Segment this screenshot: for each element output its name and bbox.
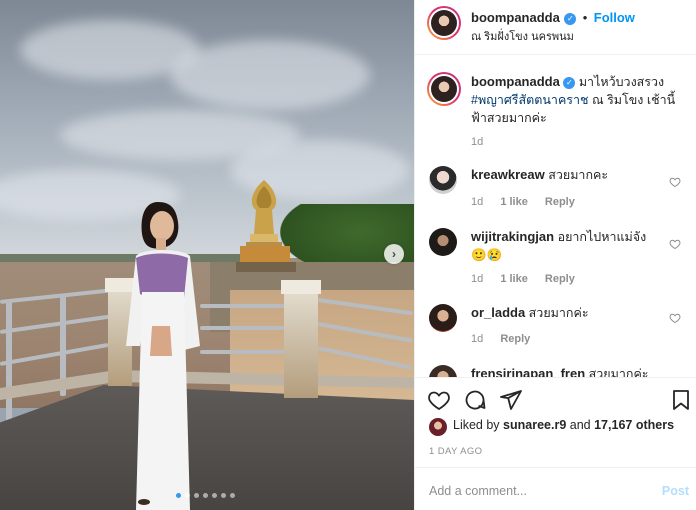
avatar — [431, 10, 457, 36]
comment-icon[interactable] — [463, 388, 487, 412]
comment-username[interactable]: wijitrakingjan — [471, 229, 554, 244]
carousel-dot — [221, 493, 226, 498]
verified-badge-icon: ✓ — [563, 77, 576, 89]
comment-item: frensirinapan_fren สวยมากค่ะคุณ — [415, 365, 696, 377]
comment-username[interactable]: kreawkreaw — [471, 167, 545, 182]
reply-button[interactable]: Reply — [545, 273, 575, 285]
comment-text: สวยมากคะ — [548, 168, 609, 182]
heart-icon[interactable] — [669, 312, 681, 324]
next-photo-button[interactable]: › — [384, 244, 404, 264]
avatar[interactable] — [429, 304, 457, 332]
caption-avatar-ring[interactable] — [427, 72, 461, 106]
carousel-dot — [203, 493, 208, 498]
author-avatar-ring[interactable] — [427, 6, 461, 40]
carousel-dot — [194, 493, 199, 498]
post-header: boompanadda ✓ • Follow ณ ริมฝั่งโขง นครพ… — [415, 0, 696, 55]
avatar[interactable] — [429, 166, 457, 194]
comment-username[interactable]: frensirinapan_fren — [471, 366, 585, 377]
liked-by-username[interactable]: sunaree.r9 — [503, 418, 566, 432]
comment-input[interactable]: Add a comment... — [429, 484, 527, 498]
add-comment-bar: Add a comment... Post — [415, 467, 696, 510]
share-icon[interactable] — [499, 388, 523, 412]
liked-and-label: and — [569, 418, 591, 432]
post-photo[interactable]: › — [0, 0, 414, 510]
woman-figure — [126, 202, 200, 510]
chevron-right-icon: › — [392, 247, 396, 261]
caption-username[interactable]: boompanadda — [471, 74, 560, 89]
comment-likes[interactable]: 1 like — [500, 273, 528, 285]
naga-statue — [246, 180, 282, 252]
comment-time: 1d — [471, 273, 484, 285]
avatar[interactable] — [429, 228, 457, 256]
liked-by-label: Liked by — [453, 418, 500, 432]
carousel-dots — [176, 493, 235, 498]
post-date: 1 DAY AGO — [429, 446, 483, 457]
comment-text: สวยมากค่ะ — [528, 306, 589, 320]
post-sidebar: boompanadda ✓ • Follow ณ ริมฝั่งโขง นครพ… — [414, 0, 696, 510]
heart-icon[interactable] — [669, 176, 681, 188]
comment-time: 1d — [471, 196, 484, 208]
caption-time: 1d — [471, 136, 484, 148]
heart-icon[interactable] — [427, 388, 451, 412]
comment-time: 1d — [471, 333, 484, 345]
carousel-dot — [185, 493, 190, 498]
post-comment-button[interactable]: Post — [662, 484, 689, 498]
carousel-dot — [230, 493, 235, 498]
caption-lead: มาไหว้บวงสรวง — [578, 75, 665, 89]
avatar — [431, 76, 457, 102]
comment-likes[interactable]: 1 like — [500, 196, 528, 208]
location-link[interactable]: ณ ริมฝั่งโขง นครพนม — [471, 27, 574, 45]
bookmark-icon[interactable] — [669, 388, 693, 412]
carousel-dot — [176, 493, 181, 498]
reply-button[interactable]: Reply — [545, 196, 575, 208]
avatar[interactable] — [429, 418, 447, 436]
comment-username[interactable]: or_ladda — [471, 305, 525, 320]
caption-hashtag[interactable]: #พญาศรีสัตตนาคราช — [471, 93, 589, 107]
author-username[interactable]: boompanadda — [471, 10, 560, 25]
liked-by: Liked by sunaree.r9 and 17,167 others — [429, 418, 674, 436]
post-actions: Liked by sunaree.r9 and 17,167 others 1 … — [415, 377, 696, 467]
stone-pillar — [281, 280, 321, 398]
verified-badge-icon: ✓ — [564, 13, 577, 25]
carousel-dot — [212, 493, 217, 498]
avatar[interactable] — [429, 365, 457, 377]
heart-icon[interactable] — [669, 238, 681, 250]
follow-button[interactable]: Follow — [594, 10, 635, 25]
reply-button[interactable]: Reply — [500, 333, 530, 345]
likes-count[interactable]: 17,167 others — [594, 418, 674, 432]
